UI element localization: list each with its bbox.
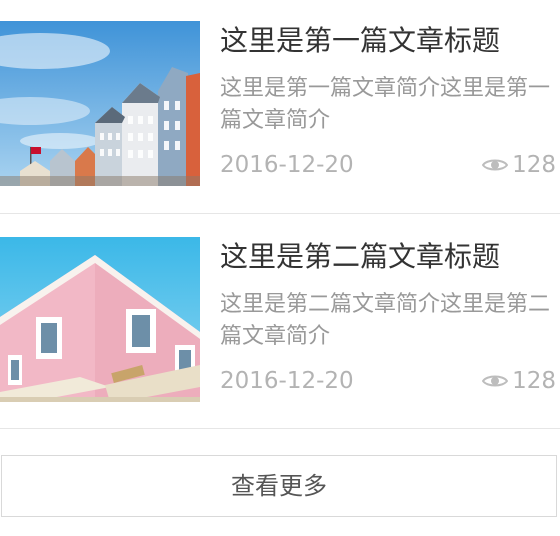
article-date: 2016-12-20 <box>220 368 354 394</box>
divider <box>0 213 560 214</box>
article-thumbnail[interactable] <box>0 237 200 402</box>
article-title[interactable]: 这里是第二篇文章标题 <box>220 237 500 277</box>
view-count: 128 <box>482 149 556 181</box>
article-summary: 这里是第二篇文章简介这里是第二篇文章简介 <box>220 292 551 349</box>
eye-icon <box>482 375 509 387</box>
article-item[interactable]: 这里是第一篇文章标题 这里是第一篇文章简介这里是第一篇文章简介 2016-12-… <box>0 21 560 186</box>
view-count-value: 128 <box>512 368 556 394</box>
article-title[interactable]: 这里是第一篇文章标题 <box>220 21 500 61</box>
article-summary: 这里是第一篇文章简介这里是第一篇文章简介 <box>220 76 551 133</box>
eye-icon <box>482 159 509 171</box>
article-thumbnail[interactable] <box>0 21 200 186</box>
view-count-value: 128 <box>512 152 556 178</box>
view-count: 128 <box>482 365 556 397</box>
article-date: 2016-12-20 <box>220 152 354 178</box>
divider <box>0 428 560 429</box>
article-item[interactable]: 这里是第二篇文章标题 这里是第二篇文章简介这里是第二篇文章简介 2016-12-… <box>0 237 560 402</box>
load-more-button[interactable]: 查看更多 <box>1 455 557 517</box>
